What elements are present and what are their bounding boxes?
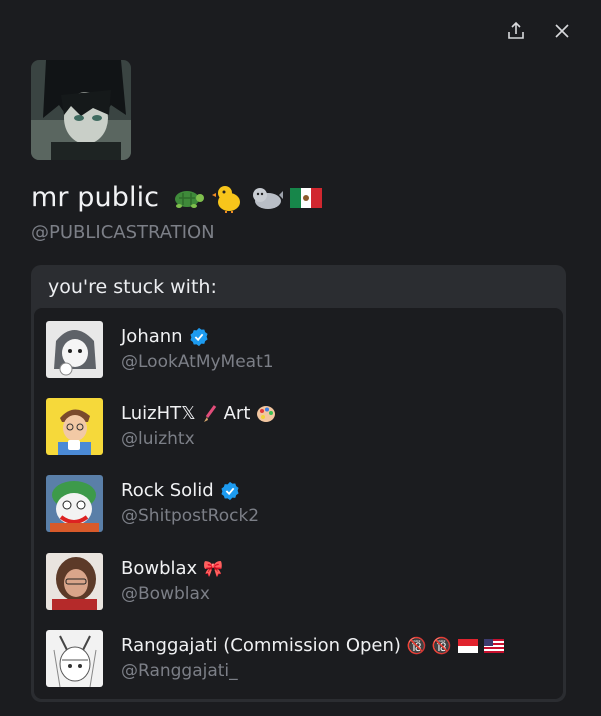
account-avatar	[46, 629, 103, 687]
list-item[interactable]: Rock Solid @ShitpostRock2	[46, 474, 259, 532]
account-name-text: LuizHT𝕏	[121, 403, 196, 424]
account-handle: @ShitpostRock2	[121, 506, 260, 526]
verified-badge-icon	[221, 481, 239, 500]
account-name: Bowblax 🎀	[121, 558, 223, 579]
account-list: Johann @LookAtMyMeat1 LuizHT𝕏 Art @luizh…	[33, 307, 564, 700]
ribbon-emoji: 🎀	[203, 559, 224, 578]
account-handle: @Bowblax	[121, 584, 210, 604]
close-icon[interactable]	[549, 18, 575, 44]
profile-emojis	[171, 183, 323, 213]
account-avatar	[46, 474, 103, 532]
usa-flag-emoji	[483, 638, 504, 653]
mexico-flag-emoji	[290, 187, 323, 208]
palette-emoji	[257, 405, 276, 422]
account-name: Ranggajati (Commission Open) 🔞 🔞	[121, 635, 504, 656]
account-name: LuizHT𝕏 Art	[121, 403, 276, 424]
paintbrush-emoji	[203, 404, 216, 422]
account-name-text: Ranggajati (Commission Open)	[121, 635, 401, 656]
account-name-suffix: Art	[223, 403, 251, 424]
list-item[interactable]: Bowblax 🎀 @Bowblax	[46, 552, 223, 610]
list-item[interactable]: Johann @LookAtMyMeat1	[46, 320, 274, 378]
profile-avatar[interactable]	[31, 60, 131, 160]
profile-name-row: mr public	[31, 182, 323, 213]
account-name: Rock Solid	[121, 480, 259, 501]
account-name-text: Rock Solid	[121, 480, 214, 501]
list-item[interactable]: LuizHT𝕏 Art @luizhtx	[46, 397, 276, 455]
seal-emoji	[253, 187, 284, 209]
account-avatar	[46, 397, 103, 455]
account-name: Johann	[121, 326, 274, 347]
account-handle: @LookAtMyMeat1	[121, 352, 274, 372]
profile-display-name: mr public	[31, 182, 160, 213]
account-name-text: Johann	[121, 326, 183, 347]
card-title: you're stuck with:	[48, 276, 217, 298]
no-under-18-emoji: 🔞 🔞	[406, 636, 452, 655]
account-handle: @luizhtx	[121, 429, 195, 449]
verified-badge-icon	[190, 327, 208, 346]
account-avatar	[46, 320, 103, 378]
profile-handle[interactable]: @PUBLICASTRATION	[31, 222, 215, 243]
list-item[interactable]: Ranggajati (Commission Open) 🔞 🔞 @Rangga…	[46, 629, 504, 687]
share-icon[interactable]	[503, 18, 529, 44]
top-actions	[503, 18, 575, 44]
turtle-emoji	[175, 190, 205, 208]
stuck-with-card: you're stuck with: Johann @LookAtMyMeat1…	[31, 265, 566, 702]
chick-emoji	[212, 185, 241, 213]
account-handle: @Ranggajati_	[121, 661, 238, 681]
account-avatar	[46, 552, 103, 610]
indonesia-flag-emoji	[457, 638, 478, 653]
account-name-text: Bowblax	[121, 558, 198, 579]
